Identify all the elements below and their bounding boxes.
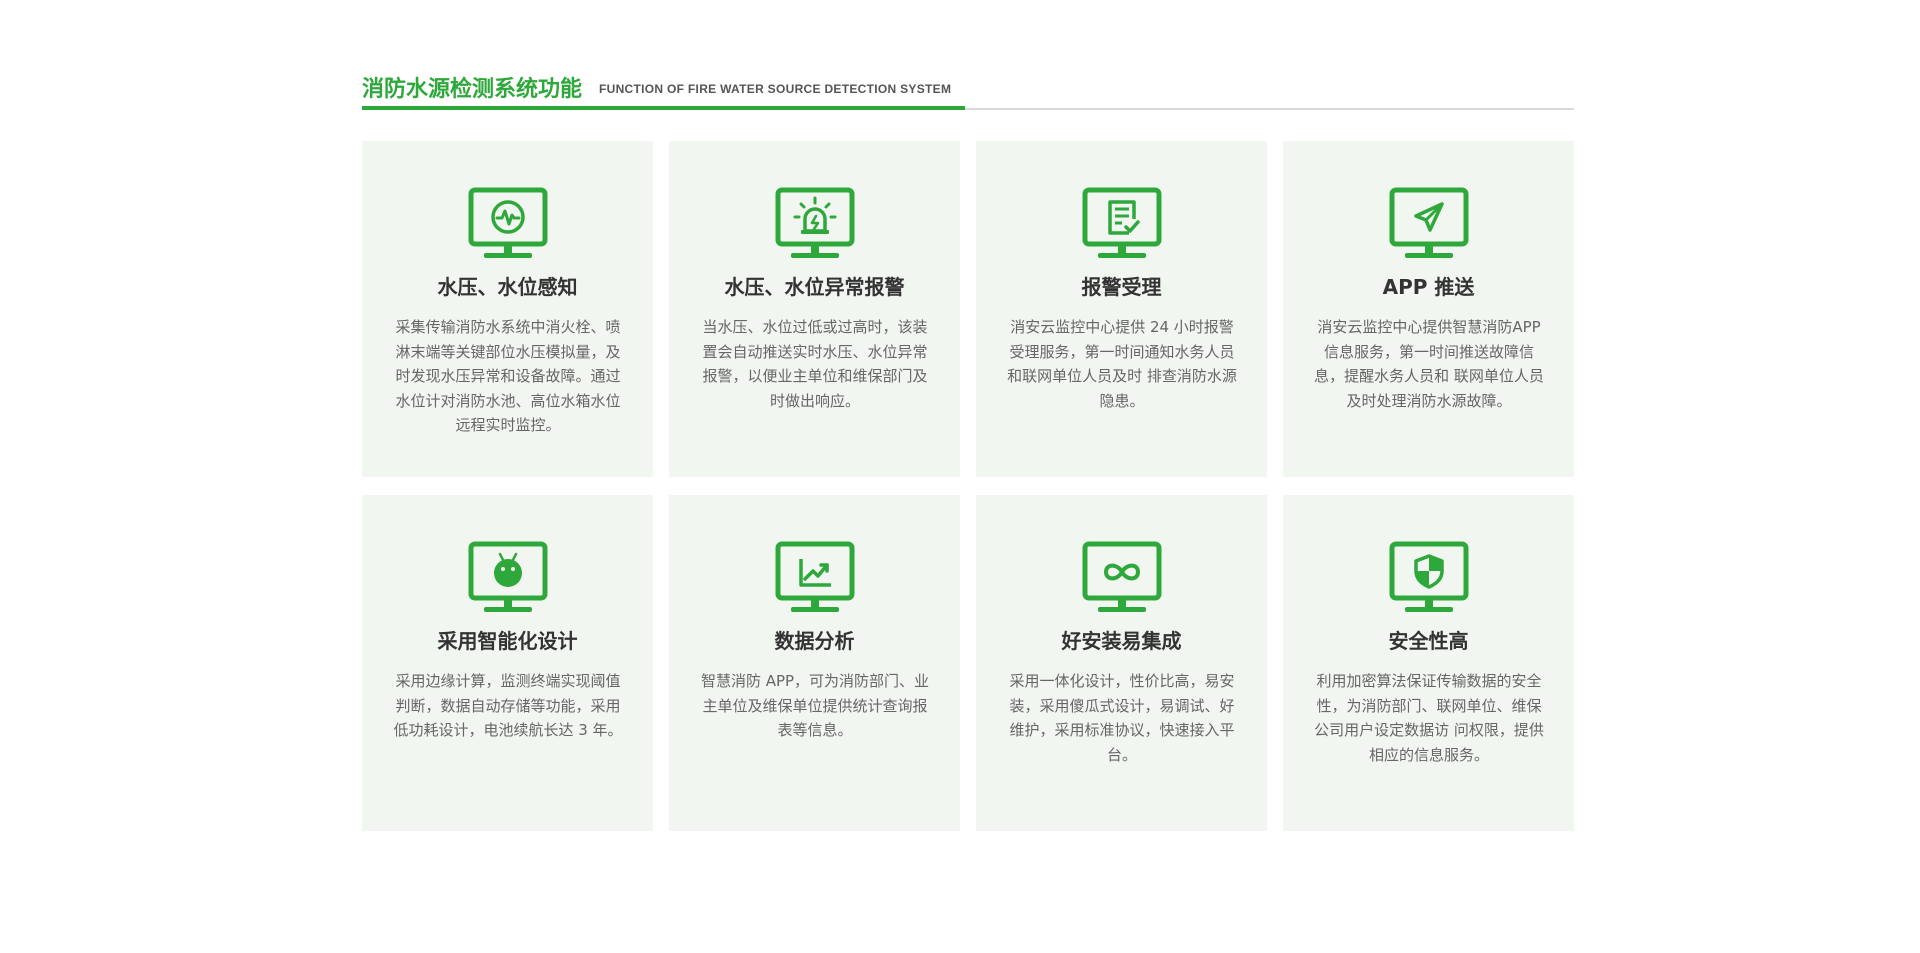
card-title: 安全性高 — [1388, 629, 1469, 653]
infinity-monitor-icon — [1082, 541, 1162, 612]
card-title: 采用智能化设计 — [437, 629, 578, 653]
android-monitor-icon — [468, 541, 548, 612]
card-description: 当水压、水位过低或过高时，该装置会自动推送实时水压、水位异常报警，以便业主单位和… — [702, 318, 928, 410]
card-title: 数据分析 — [774, 629, 855, 653]
feature-card-alarm-handling: 报警受理 消安云监控中心提供 24 小时报警受理服务，第一时间通知水务人员和联网… — [976, 141, 1267, 477]
feature-card-app-push: APP 推送 消安云监控中心提供智慧消防APP 信息服务，第一时间推送故障信息，… — [1283, 141, 1574, 477]
feature-card-data-analysis: 数据分析 智慧消防 APP，可为消防部门、业主单位及维保单位提供统计查询报表等信… — [669, 495, 960, 831]
alarm-light-monitor-icon — [775, 187, 855, 258]
card-description: 消安云监控中心提供 24 小时报警受理服务，第一时间通知水务人员和联网单位人员及… — [1007, 318, 1237, 410]
feature-card-abnormal-alarm: 水压、水位异常报警 当水压、水位过低或过高时，该装置会自动推送实时水压、水位异常… — [669, 141, 960, 477]
chart-monitor-icon — [775, 541, 855, 612]
section-header: 消防水源检测系统功能 FUNCTION OF FIRE WATER SOURCE… — [362, 68, 1574, 110]
card-description: 智慧消防 APP，可为消防部门、业主单位及维保单位提供统计查询报表等信息。 — [700, 672, 930, 739]
pulse-monitor-icon — [468, 187, 548, 258]
card-title: APP 推送 — [1382, 275, 1475, 299]
card-description: 消安云监控中心提供智慧消防APP 信息服务，第一时间推送故障信息，提醒水务人员和… — [1314, 318, 1544, 410]
card-description: 采用一体化设计，性价比高，易安装，采用傻瓜式设计，易调试、好维护，采用标准协议，… — [1009, 672, 1235, 764]
card-title: 水压、水位异常报警 — [724, 275, 905, 299]
card-title: 好安装易集成 — [1061, 629, 1182, 653]
feature-section: 消防水源检测系统功能 FUNCTION OF FIRE WATER SOURCE… — [362, 68, 1574, 831]
card-description: 采用边缘计算，监测终端实现阈值判断，数据自动存储等功能，采用低功耗设计，电池续航… — [393, 672, 623, 739]
shield-monitor-icon — [1389, 541, 1469, 612]
checklist-monitor-icon — [1082, 187, 1162, 258]
section-title: 消防水源检测系统功能 — [362, 77, 583, 102]
title-underline — [362, 106, 965, 110]
paper-plane-monitor-icon — [1389, 187, 1469, 258]
feature-card-easy-install: 好安装易集成 采用一体化设计，性价比高，易安装，采用傻瓜式设计，易调试、好维护，… — [976, 495, 1267, 831]
feature-card-high-security: 安全性高 利用加密算法保证传输数据的安全性，为消防部门、联网单位、维保公司用户设… — [1283, 495, 1574, 831]
feature-grid: 水压、水位感知 采集传输消防水系统中消火栓、喷淋末端等关键部位水压模拟量，及时发… — [362, 141, 1574, 831]
feature-card-intelligent-design: 采用智能化设计 采用边缘计算，监测终端实现阈值判断，数据自动存储等功能，采用低功… — [362, 495, 653, 831]
card-title: 报警受理 — [1081, 275, 1162, 299]
section-subtitle: FUNCTION OF FIRE WATER SOURCE DETECTION … — [599, 82, 952, 96]
card-description: 采集传输消防水系统中消火栓、喷淋末端等关键部位水压模拟量，及时发现水压异常和设备… — [395, 318, 621, 434]
card-description: 利用加密算法保证传输数据的安全性，为消防部门、联网单位、维保公司用户设定数据访 … — [1314, 672, 1544, 764]
feature-card-pressure-sensing: 水压、水位感知 采集传输消防水系统中消火栓、喷淋末端等关键部位水压模拟量，及时发… — [362, 141, 653, 477]
card-title: 水压、水位感知 — [437, 275, 578, 299]
